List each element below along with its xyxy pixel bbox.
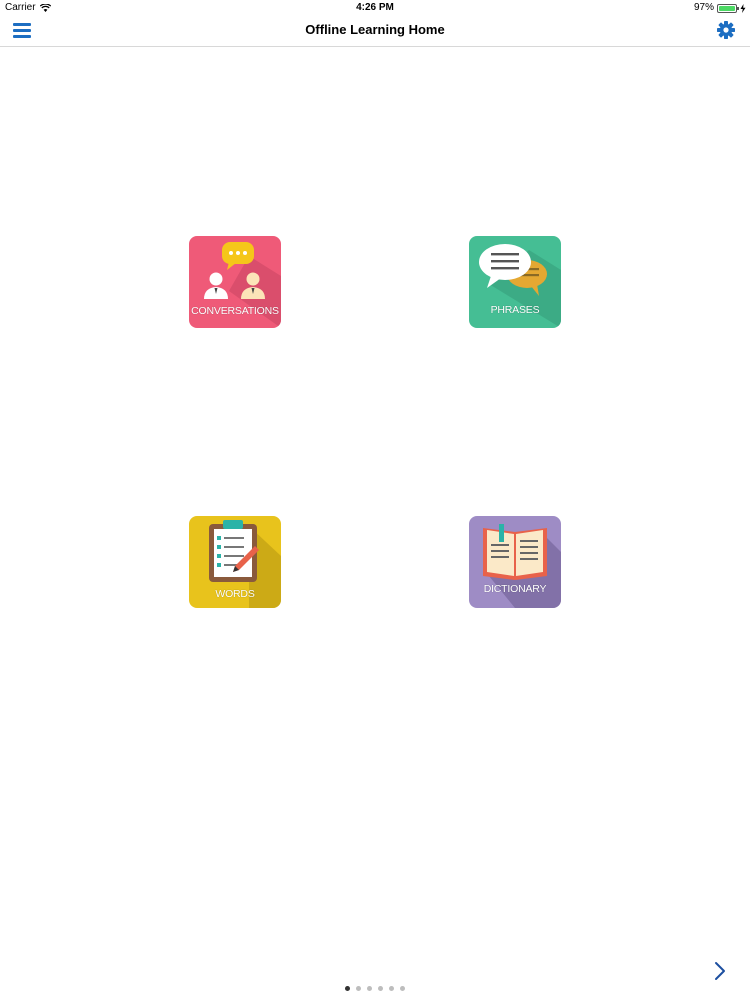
- page-dot[interactable]: [367, 986, 372, 991]
- dictionary-tile[interactable]: DICTIONARY: [469, 516, 561, 608]
- phrases-tile[interactable]: PHRASES: [469, 236, 561, 328]
- next-page-button[interactable]: [712, 960, 728, 982]
- chevron-right-icon: [715, 962, 725, 980]
- gear-icon: [717, 21, 735, 39]
- charging-bolt-icon: [740, 3, 746, 13]
- navigation-bar: Offline Learning Home: [0, 16, 750, 47]
- words-tile[interactable]: WORDS: [189, 516, 281, 608]
- page-dot[interactable]: [345, 986, 350, 991]
- settings-button[interactable]: [716, 20, 736, 40]
- page-indicator[interactable]: [0, 986, 750, 991]
- tile-label: WORDS: [215, 588, 255, 600]
- page-title: Offline Learning Home: [305, 22, 445, 37]
- tile-label: CONVERSATIONS: [191, 305, 279, 317]
- page-dot[interactable]: [356, 986, 361, 991]
- battery-percent: 97%: [693, 2, 714, 13]
- tile-label: DICTIONARY: [483, 583, 547, 595]
- conversations-tile[interactable]: CONVERSATIONS: [189, 236, 281, 328]
- status-time: 4:26 PM: [356, 2, 394, 13]
- battery-fill: [719, 5, 735, 11]
- page-dot[interactable]: [389, 986, 394, 991]
- page-dot[interactable]: [378, 986, 383, 991]
- page-dot[interactable]: [400, 986, 405, 991]
- tile-label: PHRASES: [490, 304, 540, 316]
- battery-icon: [717, 3, 739, 13]
- status-bar: Carrier 4:26 PM 97%: [0, 0, 750, 16]
